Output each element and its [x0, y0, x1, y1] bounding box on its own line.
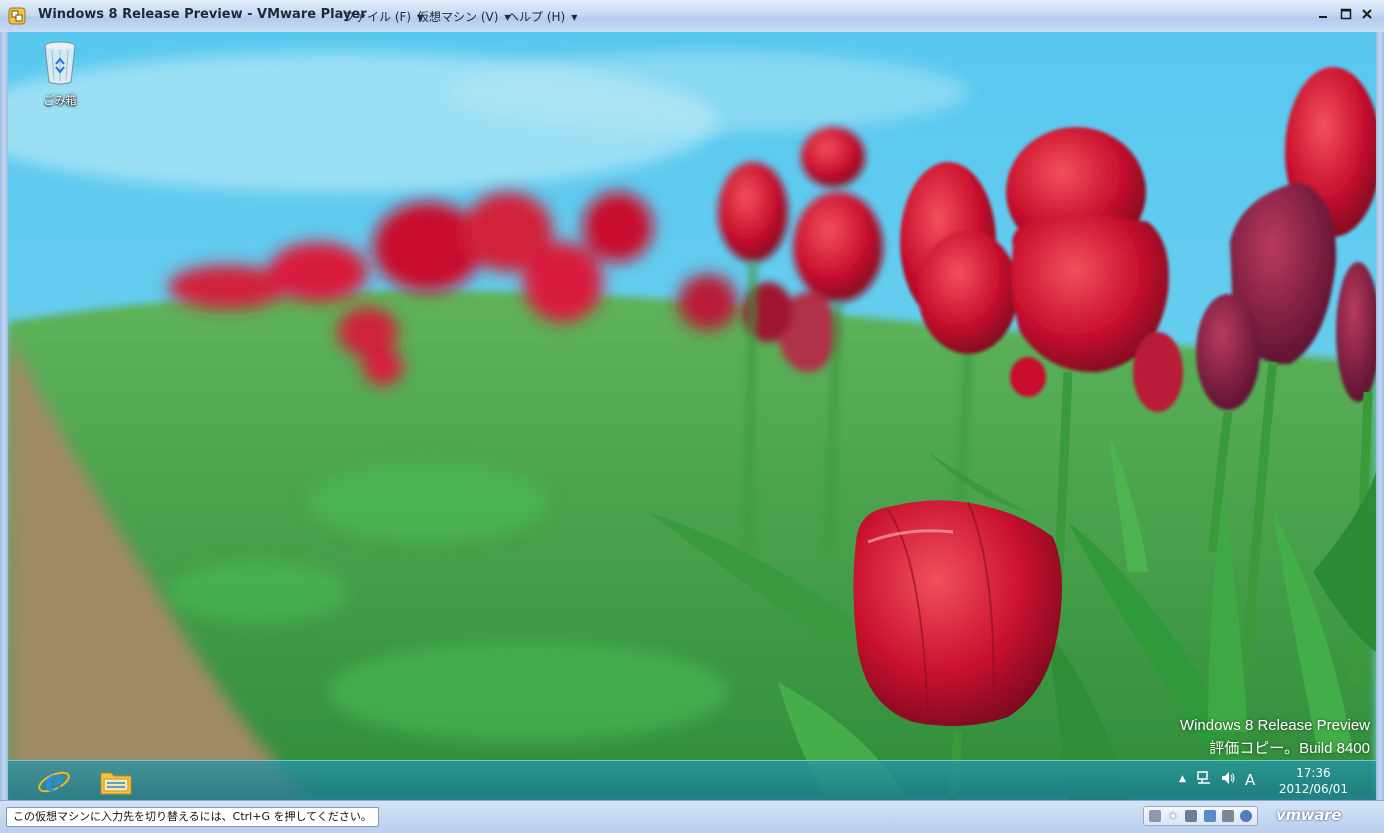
- network-icon[interactable]: [1203, 810, 1216, 822]
- clock[interactable]: 17:36 2012/06/01: [1279, 765, 1348, 797]
- taskbar: e ▲ A 17:36 2012/06/01: [8, 760, 1376, 800]
- system-tray: ▲ A 17:36 2012/06/01: [1176, 761, 1376, 800]
- taskbar-file-explorer[interactable]: [97, 763, 135, 799]
- taskbar-internet-explorer[interactable]: e: [35, 763, 73, 799]
- menu-help-label: ヘルプ (H): [507, 10, 566, 24]
- minimize-button[interactable]: [1314, 7, 1332, 25]
- watermark-edition: Windows 8 Release Preview: [1179, 717, 1370, 734]
- menu-help[interactable]: ヘルプ (H) ▼: [507, 8, 577, 25]
- internet-explorer-icon: e: [38, 764, 70, 799]
- close-button[interactable]: [1358, 7, 1376, 25]
- printer-icon[interactable]: [1221, 810, 1234, 822]
- maximize-button[interactable]: [1337, 7, 1355, 25]
- desktop-icon-recycle-bin[interactable]: ごみ箱: [34, 40, 86, 108]
- tulip-wallpaper: [8, 32, 1376, 800]
- menu-file-label: ファイル (F): [343, 10, 412, 24]
- close-icon: [1362, 9, 1372, 19]
- network-icon: [1197, 771, 1210, 784]
- speaker-icon: [1222, 772, 1235, 784]
- menu-vm-label: 仮想マシン (V): [417, 10, 499, 24]
- network-tray-icon[interactable]: [1196, 770, 1212, 789]
- vmware-app-icon[interactable]: [8, 7, 26, 25]
- desktop-icon-label: ごみ箱: [43, 94, 77, 107]
- window-frame-right: [1376, 32, 1384, 802]
- input-grab-hint: この仮想マシンに入力先を切り替えるには、Ctrl+G を押してください。: [6, 807, 379, 827]
- window-frame-left: [0, 32, 8, 802]
- recycle-bin-icon: [44, 41, 76, 85]
- sound-icon[interactable]: [1239, 810, 1252, 822]
- floppy-icon[interactable]: [1185, 810, 1198, 822]
- status-bar: この仮想マシンに入力先を切り替えるには、Ctrl+G を押してください。 vmw…: [0, 800, 1384, 833]
- window-title: Windows 8 Release Preview - VMware Playe…: [38, 7, 367, 22]
- device-tray: [1143, 806, 1258, 826]
- clock-date: 2012/06/01: [1278, 782, 1348, 796]
- hard-disk-icon[interactable]: [1149, 810, 1162, 822]
- minimize-icon: [1319, 16, 1327, 18]
- title-bar: Windows 8 Release Preview - VMware Playe…: [0, 0, 1384, 33]
- os-watermark: Windows 8 Release Preview 評価コピー。Build 84…: [1180, 717, 1370, 758]
- cd-icon[interactable]: [1167, 810, 1180, 822]
- chevron-down-icon: ▼: [571, 13, 578, 22]
- menu-vm[interactable]: 仮想マシン (V) ▼: [417, 8, 511, 25]
- folder-icon: [100, 772, 132, 795]
- clock-time: 17:36: [1296, 766, 1331, 780]
- vmware-logo: vmware: [1276, 806, 1342, 824]
- menu-file[interactable]: ファイル (F) ▼: [343, 8, 423, 25]
- guest-desktop[interactable]: ごみ箱 Windows 8 Release Preview 評価コピー。Buil…: [8, 32, 1376, 800]
- maximize-icon: [1340, 8, 1352, 20]
- ime-indicator[interactable]: A: [1245, 771, 1255, 789]
- watermark-build: 評価コピー。Build 8400: [1209, 740, 1370, 757]
- show-hidden-icons-button[interactable]: ▲: [1179, 774, 1186, 784]
- volume-tray-icon[interactable]: [1220, 770, 1236, 789]
- svg-text:e: e: [44, 764, 63, 799]
